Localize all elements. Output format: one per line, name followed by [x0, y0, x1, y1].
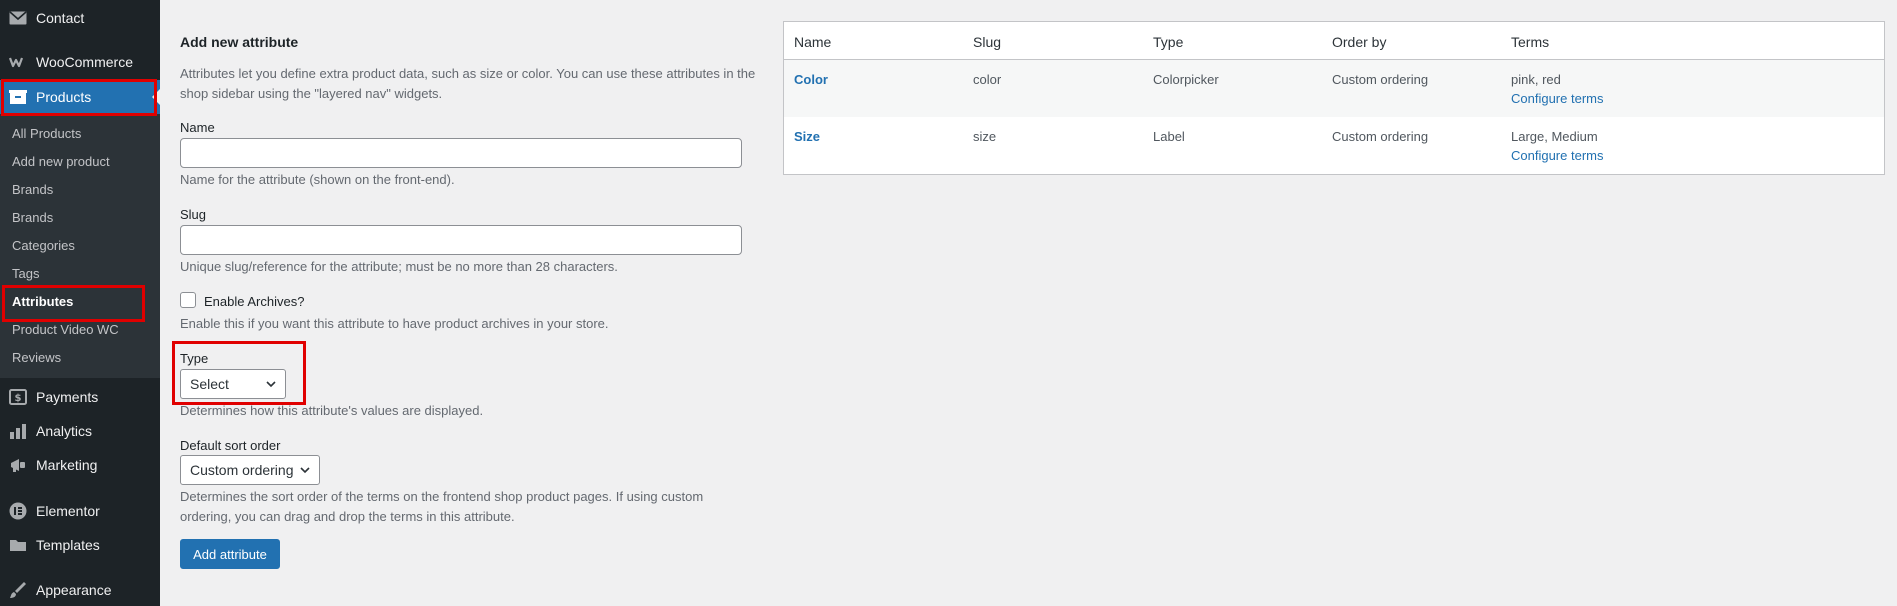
- chevron-down-icon: [266, 381, 276, 388]
- column-header-terms[interactable]: Terms: [1511, 34, 1549, 50]
- menu-item-label: Products: [36, 89, 92, 105]
- submenu-item-all-products[interactable]: All Products: [12, 122, 81, 146]
- enable-archives-checkbox[interactable]: [180, 292, 196, 308]
- enable-archives-label: Enable Archives?: [204, 294, 305, 309]
- attribute-terms: pink, red: [1511, 72, 1561, 87]
- enable-archives-help: Enable this if you want this attribute t…: [180, 316, 609, 331]
- attribute-order-by: Custom ordering: [1332, 129, 1429, 144]
- folder-icon: [8, 535, 28, 555]
- name-input[interactable]: [180, 138, 742, 168]
- menu-item-label: Appearance: [36, 582, 112, 598]
- type-label: Type: [180, 351, 209, 366]
- form-title: Add new attribute: [180, 34, 299, 50]
- submenu-item-attributes[interactable]: Attributes: [12, 290, 73, 314]
- menu-item-label: Payments: [36, 389, 99, 405]
- type-select-value: Select: [190, 376, 229, 392]
- envelope-icon: [8, 8, 28, 28]
- menu-item-label: Marketing: [36, 457, 98, 473]
- menu-item-templates[interactable]: Templates: [0, 528, 160, 562]
- menu-item-marketing[interactable]: Marketing: [0, 448, 160, 482]
- menu-item-woocommerce[interactable]: WooCommerce: [0, 45, 160, 79]
- sort-order-select-value: Custom ordering: [190, 462, 294, 478]
- elementor-icon: [8, 501, 28, 521]
- configure-terms-link[interactable]: Configure terms: [1511, 148, 1603, 163]
- submenu-item-product-video-wc[interactable]: Product Video WC: [12, 318, 119, 342]
- slug-label: Slug: [180, 207, 207, 222]
- menu-item-appearance[interactable]: Appearance: [0, 573, 160, 606]
- attribute-slug: size: [973, 129, 997, 144]
- attribute-name-link[interactable]: Color: [794, 72, 828, 87]
- submenu-item-tags[interactable]: Tags: [12, 262, 39, 286]
- column-header-order-by[interactable]: Order by: [1332, 34, 1386, 50]
- megaphone-icon: [8, 455, 28, 475]
- type-help: Determines how this attribute's values a…: [180, 403, 484, 418]
- menu-item-products[interactable]: Products: [0, 80, 160, 114]
- attribute-type: Label: [1153, 129, 1185, 144]
- products-submenu: All Products Add new product Brands Bran…: [0, 114, 160, 378]
- menu-item-contact[interactable]: Contact: [0, 1, 160, 35]
- chevron-down-icon: [300, 467, 310, 474]
- menu-item-label: Analytics: [36, 423, 93, 439]
- column-header-type[interactable]: Type: [1153, 34, 1183, 50]
- dollar-icon: $: [8, 387, 28, 407]
- table-row: Size size Label Custom ordering Large, M…: [784, 117, 1884, 174]
- attribute-slug: color: [973, 72, 1002, 87]
- menu-item-elementor[interactable]: Elementor: [0, 494, 160, 528]
- attribute-order-by: Custom ordering: [1332, 72, 1429, 87]
- menu-item-analytics[interactable]: Analytics: [0, 414, 160, 448]
- menu-item-label: Elementor: [36, 503, 100, 519]
- type-select[interactable]: Select: [180, 369, 286, 399]
- table-header: Name Slug Type Order by Terms: [784, 22, 1884, 60]
- submenu-item-brands-2[interactable]: Brands: [12, 206, 53, 230]
- configure-terms-link[interactable]: Configure terms: [1511, 91, 1603, 106]
- sort-order-help: Determines the sort order of the terms o…: [180, 487, 703, 527]
- sort-order-label: Default sort order: [180, 438, 281, 453]
- active-indicator-arrow: [152, 89, 160, 105]
- column-header-slug[interactable]: Slug: [973, 34, 1001, 50]
- svg-text:$: $: [15, 393, 22, 404]
- name-label: Name: [180, 120, 215, 135]
- submenu-item-add-new-product[interactable]: Add new product: [12, 150, 110, 174]
- attributes-table: Name Slug Type Order by Terms Color colo…: [783, 21, 1885, 175]
- form-intro: Attributes let you define extra product …: [180, 64, 755, 104]
- table-row: Color color Colorpicker Custom ordering …: [784, 60, 1884, 117]
- slug-help: Unique slug/reference for the attribute;…: [180, 259, 618, 274]
- woocommerce-icon: [8, 52, 28, 72]
- sort-order-help-line: ordering, you can drag and drop the term…: [180, 509, 515, 524]
- products-icon: [8, 87, 28, 107]
- form-intro-line: shop sidebar using the "layered nav" wid…: [180, 86, 443, 101]
- menu-item-label: Contact: [36, 10, 85, 26]
- submenu-item-reviews[interactable]: Reviews: [12, 346, 61, 370]
- name-help: Name for the attribute (shown on the fro…: [180, 172, 455, 187]
- menu-item-label: Templates: [36, 537, 100, 553]
- menu-item-payments[interactable]: $ Payments: [0, 380, 160, 414]
- bar-chart-icon: [8, 421, 28, 441]
- submenu-item-brands[interactable]: Brands: [12, 178, 53, 202]
- attribute-name-link[interactable]: Size: [794, 129, 820, 144]
- admin-sidebar: Contact WooCommerce Products All Product…: [0, 0, 160, 606]
- menu-item-label: WooCommerce: [36, 54, 133, 70]
- form-intro-line: Attributes let you define extra product …: [180, 66, 756, 81]
- add-attribute-button[interactable]: Add attribute: [180, 539, 280, 569]
- attribute-type: Colorpicker: [1153, 72, 1219, 87]
- sort-order-select[interactable]: Custom ordering: [180, 455, 320, 485]
- submenu-item-categories[interactable]: Categories: [12, 234, 75, 258]
- paintbrush-icon: [8, 580, 28, 600]
- column-header-name[interactable]: Name: [794, 34, 831, 50]
- attribute-terms: Large, Medium: [1511, 129, 1598, 144]
- slug-input[interactable]: [180, 225, 742, 255]
- sort-order-help-line: Determines the sort order of the terms o…: [180, 489, 704, 504]
